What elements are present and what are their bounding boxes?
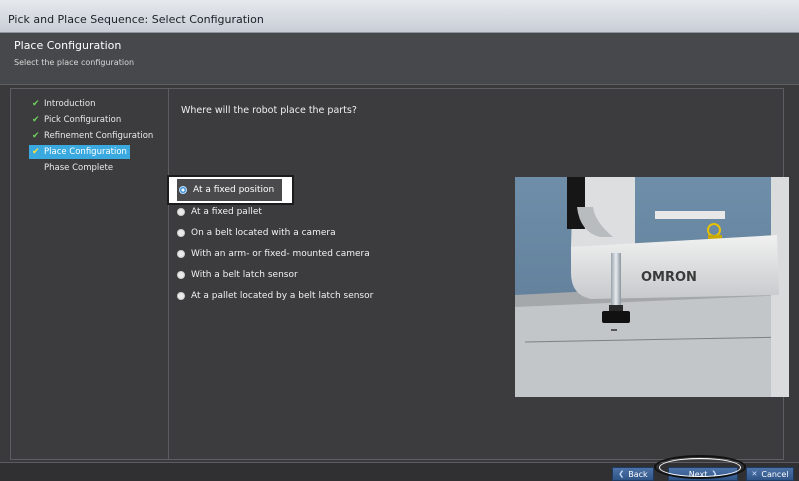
back-button[interactable]: ❮ Back [612, 467, 654, 481]
option-label: On a belt located with a camera [191, 228, 336, 238]
option-belt-camera[interactable]: On a belt located with a camera [177, 224, 336, 242]
nav-item-label: Place Configuration [44, 147, 127, 157]
table-surface [515, 295, 789, 397]
robot-shaft [611, 253, 621, 307]
option-label: At a pallet located by a belt latch sens… [191, 291, 374, 301]
check-icon: ✔ [32, 115, 40, 125]
back-button-label: Back [628, 469, 648, 479]
wizard-content: ✔ Introduction ✔ Pick Configuration ✔ Re… [10, 88, 789, 460]
check-icon: ✔ [32, 147, 40, 157]
omron-logo: OMRON [641, 270, 697, 285]
wizard-header: Place Configuration Select the place con… [0, 33, 799, 85]
radio-icon[interactable] [177, 292, 185, 300]
robot-illustration: OMRON [515, 177, 789, 397]
option-label: With a belt latch sensor [191, 270, 298, 280]
option-arm-fixed-camera[interactable]: With an arm- or fixed- mounted camera [177, 245, 370, 263]
window-titlebar: Pick and Place Sequence: Select Configur… [0, 0, 799, 33]
robot-bar [655, 211, 725, 219]
nav-item-label: Refinement Configuration [44, 131, 154, 141]
radio-icon[interactable] [177, 229, 185, 237]
wizard-nav: ✔ Introduction ✔ Pick Configuration ✔ Re… [11, 89, 169, 459]
nav-item-pick-configuration[interactable]: ✔ Pick Configuration [29, 113, 124, 127]
option-fixed-pallet[interactable]: At a fixed pallet [177, 203, 262, 221]
option-label: With an arm- or fixed- mounted camera [191, 249, 370, 259]
nav-item-place-configuration[interactable]: ✔ Place Configuration [29, 145, 130, 159]
option-label: At a fixed pallet [191, 207, 262, 217]
radio-icon[interactable] [177, 208, 185, 216]
radio-selected-icon[interactable] [179, 186, 187, 194]
cancel-button-label: Cancel [761, 469, 789, 479]
nav-item-introduction[interactable]: ✔ Introduction [29, 97, 98, 111]
nav-item-phase-complete[interactable]: Phase Complete [41, 161, 116, 175]
nav-item-label: Phase Complete [44, 163, 114, 173]
robot-gripper [602, 311, 630, 323]
page-title: Place Configuration [14, 39, 122, 52]
robot-illustration-svg: OMRON [515, 177, 789, 397]
option-pallet-belt-latch[interactable]: At a pallet located by a belt latch sens… [177, 287, 373, 305]
option-label: At a fixed position [193, 185, 275, 195]
option-fixed-position[interactable]: At a fixed position [167, 175, 295, 205]
nav-item-refinement-configuration[interactable]: ✔ Refinement Configuration [29, 129, 156, 143]
radio-icon[interactable] [177, 271, 185, 279]
check-icon: ✔ [32, 131, 40, 141]
page-subtitle: Select the place configuration [14, 58, 135, 67]
nav-item-label: Pick Configuration [44, 115, 122, 125]
close-icon: ✕ [751, 470, 758, 478]
chevron-left-icon: ❮ [618, 470, 625, 478]
check-icon: ✔ [32, 99, 40, 109]
place-marker [611, 329, 617, 331]
cancel-button[interactable]: ✕ Cancel [746, 467, 794, 481]
window-title: Pick and Place Sequence: Select Configur… [8, 13, 264, 26]
robot-collar [609, 305, 623, 311]
next-button-highlight-inner [659, 458, 741, 477]
option-belt-latch[interactable]: With a belt latch sensor [177, 266, 298, 284]
question-text: Where will the robot place the parts? [181, 105, 357, 116]
radio-icon[interactable] [177, 250, 185, 258]
nav-item-label: Introduction [44, 99, 96, 109]
